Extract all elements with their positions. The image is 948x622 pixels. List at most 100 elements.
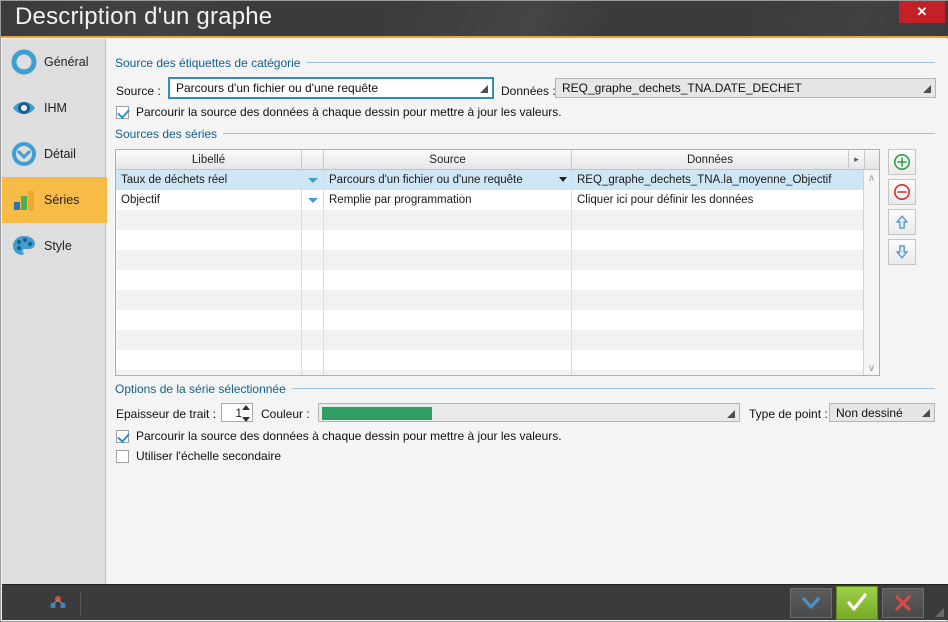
plus-circle-icon	[894, 154, 910, 170]
column-header-source[interactable]: Source	[324, 150, 572, 169]
table-row-empty[interactable]	[116, 370, 879, 375]
cell-source[interactable]: Parcours d'un fichier ou d'une requête	[324, 170, 572, 190]
cell-empty	[572, 310, 849, 330]
category-data-combo[interactable]: REQ_graphe_dechets_TNA.DATE_DECHET	[555, 78, 936, 98]
column-header-more[interactable]: ▸	[849, 150, 865, 169]
cell-empty	[302, 350, 324, 370]
resize-grip[interactable]	[933, 606, 945, 618]
group-title-series-sources: Sources des séries	[115, 127, 224, 141]
cell-empty	[116, 350, 302, 370]
checkbox-icon	[116, 105, 129, 119]
table-row[interactable]: Taux de déchets réel Parcours d'un fichi…	[116, 170, 879, 190]
close-icon	[895, 595, 911, 611]
category-data-value: REQ_graphe_dechets_TNA.DATE_DECHET	[562, 81, 802, 95]
cell-empty	[116, 330, 302, 350]
sidebar-item-label: Style	[44, 239, 72, 253]
close-button[interactable]: ✕	[899, 1, 945, 23]
category-source-combo[interactable]: Parcours d'un fichier ou d'une requête	[168, 77, 494, 99]
table-row[interactable]: Objectif Remplie par programmation Cliqu…	[116, 190, 879, 210]
table-row-empty[interactable]	[116, 290, 879, 310]
table-row-empty[interactable]	[116, 270, 879, 290]
chevron-down-icon	[480, 85, 488, 93]
sidebar: Général IHM Détail Séries Style	[2, 39, 115, 586]
point-type-value: Non dessiné	[836, 405, 903, 420]
validate-button[interactable]	[836, 586, 878, 620]
cell-empty	[302, 230, 324, 250]
stepper-buttons[interactable]	[242, 405, 251, 422]
sidebar-item-general[interactable]: Général	[2, 39, 105, 85]
palette-icon	[10, 232, 38, 260]
color-picker-field[interactable]	[318, 403, 740, 422]
table-row-empty[interactable]	[116, 230, 879, 250]
cell-empty	[324, 210, 572, 230]
cell-empty	[324, 290, 572, 310]
cell-empty	[324, 350, 572, 370]
refresh-category-checkbox[interactable]: Parcourir la source des données à chaque…	[116, 105, 562, 119]
column-header-donnees[interactable]: Données	[572, 150, 849, 169]
chevron-down-icon	[923, 85, 931, 93]
content-panel: Source des étiquettes de catégorie Sourc…	[107, 39, 948, 586]
check-icon	[847, 593, 867, 611]
cell-empty	[572, 210, 849, 230]
sidebar-item-series[interactable]: Séries	[2, 177, 115, 223]
title-bar: Description d'un graphe ✕	[1, 1, 948, 38]
cancel-button[interactable]	[882, 588, 924, 618]
cell-source-text: Parcours d'un fichier ou d'une requête	[329, 174, 523, 186]
scroll-down-button[interactable]: ∨	[864, 360, 879, 375]
series-table: Libellé Source Données ▸ Taux de déchets…	[115, 149, 880, 376]
cell-empty	[572, 350, 849, 370]
point-type-combo[interactable]: Non dessiné	[829, 403, 935, 422]
secondary-scale-checkbox[interactable]: Utiliser l'échelle secondaire	[116, 449, 281, 463]
move-series-up-button[interactable]	[888, 209, 916, 235]
table-row-empty[interactable]	[116, 350, 879, 370]
scroll-up-button[interactable]: ∧	[864, 170, 879, 186]
stepper-down-icon[interactable]	[242, 417, 250, 422]
cell-empty	[116, 290, 302, 310]
cell-empty	[302, 370, 324, 375]
move-series-down-button[interactable]	[888, 239, 916, 265]
status-divider	[80, 591, 81, 615]
table-row-empty[interactable]	[116, 210, 879, 230]
chevron-down-icon	[802, 597, 820, 609]
data-label: Données :	[501, 84, 556, 98]
eye-icon	[10, 94, 38, 122]
cell-donnees[interactable]: Cliquer ici pour définir les données	[572, 190, 849, 210]
sidebar-item-label: IHM	[44, 101, 67, 115]
refresh-series-checkbox-label: Parcourir la source des données à chaque…	[136, 429, 562, 443]
sidebar-item-label: Général	[44, 55, 89, 69]
sidebar-item-detail[interactable]: Détail	[2, 131, 105, 177]
chevron-down-icon	[559, 177, 567, 182]
remove-series-button[interactable]	[888, 179, 916, 205]
sidebar-item-label: Détail	[44, 147, 76, 161]
cell-empty	[572, 370, 849, 375]
thickness-value: 1	[235, 405, 242, 420]
cell-empty	[116, 270, 302, 290]
source-label: Source :	[116, 84, 161, 98]
cell-empty	[302, 250, 324, 270]
stepper-up-icon[interactable]	[242, 405, 250, 410]
thickness-stepper[interactable]: 1	[221, 403, 253, 422]
checkbox-icon	[116, 429, 129, 443]
cell-libelle-dropdown[interactable]	[302, 190, 324, 210]
anchor-icon[interactable]	[49, 595, 67, 614]
table-row-empty[interactable]	[116, 250, 879, 270]
add-series-button[interactable]	[888, 149, 916, 175]
cell-empty	[572, 250, 849, 270]
sidebar-item-style[interactable]: Style	[2, 223, 105, 269]
cell-libelle[interactable]: Objectif	[116, 190, 302, 210]
column-header-libelle[interactable]: Libellé	[116, 150, 302, 169]
column-header-spacer[interactable]	[302, 150, 324, 169]
table-vertical-scrollbar[interactable]: ∧ ∨	[863, 170, 879, 375]
refresh-series-checkbox[interactable]: Parcourir la source des données à chaque…	[116, 429, 562, 443]
sidebar-item-ihm[interactable]: IHM	[2, 85, 105, 131]
dialog-window: Description d'un graphe ✕ Général IHM Dé…	[0, 0, 948, 622]
cell-libelle[interactable]: Taux de déchets réel	[116, 170, 302, 190]
cell-source[interactable]: Remplie par programmation	[324, 190, 572, 210]
arrow-down-icon	[895, 245, 909, 259]
table-row-empty[interactable]	[116, 310, 879, 330]
cell-donnees[interactable]: REQ_graphe_dechets_TNA.la_moyenne_Object…	[572, 170, 849, 190]
point-type-label: Type de point :	[749, 407, 828, 421]
table-row-empty[interactable]	[116, 330, 879, 350]
dropdown-button[interactable]	[790, 588, 832, 618]
cell-libelle-dropdown[interactable]	[302, 170, 324, 190]
